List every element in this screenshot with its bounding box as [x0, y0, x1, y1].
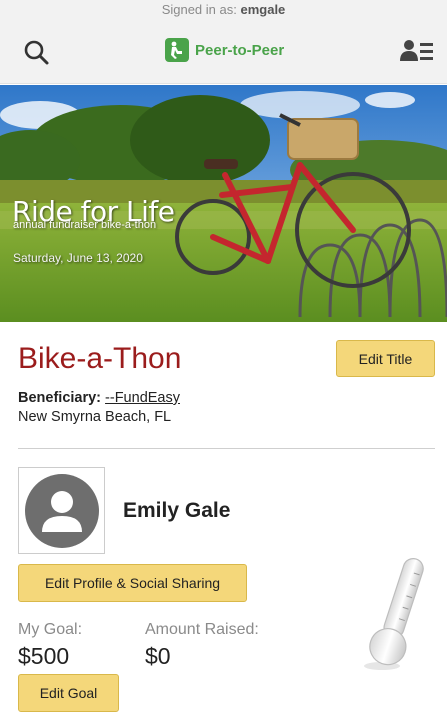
banner-date: Saturday, June 13, 2020 — [13, 251, 143, 265]
goal-value: $500 — [18, 643, 70, 669]
avatar-placeholder-icon — [25, 474, 99, 548]
banner-subtitle: annual fundraiser bike-a-thon — [13, 219, 157, 231]
signed-in-username: emgale — [240, 2, 286, 17]
thermometer-progress-icon — [352, 548, 432, 673]
search-icon[interactable] — [22, 38, 52, 68]
edit-profile-button[interactable]: Edit Profile & Social Sharing — [18, 564, 247, 602]
avatar — [18, 467, 105, 554]
raised-label: Amount Raised: — [145, 621, 259, 638]
signed-in-prefix: Signed in as: — [161, 2, 237, 17]
beneficiary-label: Beneficiary: — [18, 390, 102, 406]
brand-name: Peer-to-Peer — [195, 41, 285, 59]
event-location: New Smyrna Beach, FL — [18, 409, 172, 425]
edit-goal-button[interactable]: Edit Goal — [18, 674, 119, 712]
user-list-icon[interactable] — [400, 39, 434, 63]
brand-logo-link[interactable]: Peer-to-Peer — [165, 37, 284, 63]
signed-in-status: Signed in as: emgale — [0, 2, 447, 17]
raised-value: $0 — [145, 643, 171, 669]
event-title: Bike-a-Thon — [18, 342, 182, 375]
event-banner-image: Ride for Life annual fundraiser bike-a-t… — [0, 85, 447, 322]
goal-label: My Goal: — [18, 621, 83, 638]
participant-name: Emily Gale — [123, 499, 231, 522]
beneficiary: Beneficiary: --FundEasy — [18, 390, 180, 406]
edit-title-button[interactable]: Edit Title — [336, 340, 435, 377]
top-bar: Signed in as: emgale Peer-to-Peer — [0, 0, 447, 84]
beneficiary-link[interactable]: --FundEasy — [105, 390, 180, 406]
peer-to-peer-logo-icon — [165, 38, 189, 62]
section-divider — [18, 448, 435, 449]
